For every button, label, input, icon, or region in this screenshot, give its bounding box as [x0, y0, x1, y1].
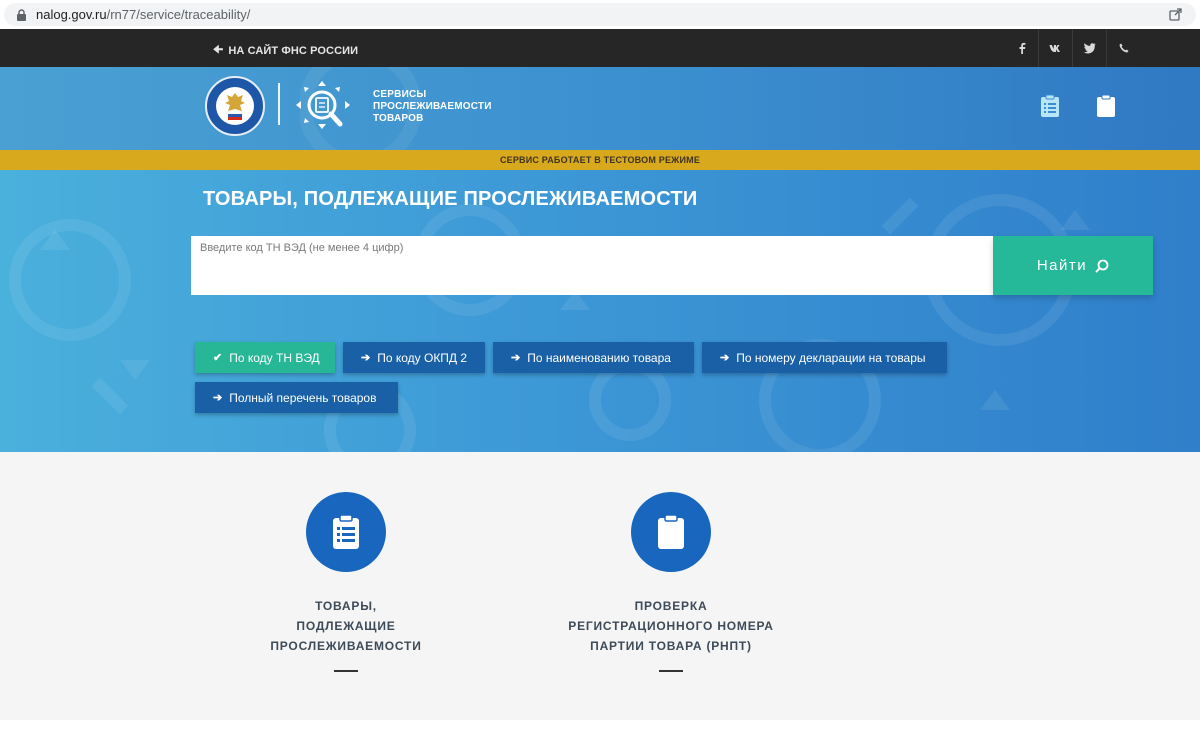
filter-label: По наименованию товара	[527, 350, 671, 365]
services-section: ТОВАРЫ, ПОДЛЕЖАЩИЕ ПРОСЛЕЖИВАЕМОСТИ ПРОВ…	[0, 452, 1200, 720]
browser-url-bar: nalog.gov.ru/rn77/service/traceability/	[0, 0, 1200, 29]
hero-title: ТОВАРЫ, ПОДЛЕЖАЩИЕ ПРОСЛЕЖИВАЕМОСТИ	[203, 188, 698, 210]
twitter-icon[interactable]	[1073, 29, 1107, 67]
check-icon: ✔	[213, 352, 223, 364]
service-title-line: РЕГИСТРАЦИОННОГО НОМЕРА	[568, 619, 774, 633]
title-underline	[334, 670, 358, 672]
url-domain: nalog.gov.ru	[36, 7, 107, 22]
share-icon[interactable]	[1169, 8, 1182, 21]
url-text: nalog.gov.ru/rn77/service/traceability/	[36, 7, 250, 22]
lock-icon	[17, 9, 26, 21]
test-mode-notice: СЕРВИС РАБОТАЕТ В ТЕСТОВОМ РЕЖИМЕ	[0, 150, 1200, 170]
hero-background-decor	[9, 194, 1090, 452]
vk-icon[interactable]	[1039, 29, 1073, 67]
service-title: ТОВАРЫ, ПОДЛЕЖАЩИЕ ПРОСЛЕЖИВАЕМОСТИ	[236, 596, 456, 656]
search-button-label: Найти	[1036, 257, 1088, 274]
service-circle	[631, 492, 711, 572]
clipboard-icon	[658, 514, 684, 549]
arrow-left-icon: 🠈	[213, 44, 224, 56]
top-bar: 🠈 НА САЙТ ФНС РОССИИ	[0, 29, 1200, 67]
search-icon	[1095, 259, 1109, 273]
clipboard-list-icon	[333, 514, 359, 549]
phone-icon[interactable]	[1107, 29, 1141, 67]
service-card-rnpt-check[interactable]: ПРОВЕРКА РЕГИСТРАЦИОННОГО НОМЕРА ПАРТИИ …	[561, 452, 781, 720]
logo-divider	[278, 83, 280, 125]
filter-label: Полный перечень товаров	[229, 390, 377, 405]
traceability-logo-icon[interactable]	[294, 79, 354, 137]
logo-title[interactable]: СЕРВИСЫ ПРОСЛЕЖИВАЕМОСТИ ТОВАРОВ	[373, 89, 492, 125]
service-title: ПРОВЕРКА РЕГИСТРАЦИОННОГО НОМЕРА ПАРТИИ …	[561, 596, 781, 656]
arrow-right-icon: ➔	[213, 392, 223, 404]
facebook-icon[interactable]	[1005, 29, 1039, 67]
arrow-right-icon: ➔	[511, 352, 521, 364]
logo-line-3: ТОВАРОВ	[373, 113, 424, 124]
clipboard-icon[interactable]	[1096, 94, 1116, 118]
filter-label: По коду ТН ВЭД	[229, 350, 320, 365]
service-title-line: ПРОВЕРКА	[634, 599, 708, 613]
fns-emblem-logo[interactable]	[205, 76, 265, 136]
arrow-right-icon: ➔	[720, 352, 730, 364]
site-header: СЕРВИСЫ ПРОСЛЕЖИВАЕМОСТИ ТОВАРОВ	[0, 67, 1200, 150]
service-title-line: ПОДЛЕЖАЩИЕ	[296, 619, 396, 633]
service-title-line: ПРОСЛЕЖИВАЕМОСТИ	[270, 639, 422, 653]
service-circle	[306, 492, 386, 572]
hero-section: ТОВАРЫ, ПОДЛЕЖАЩИЕ ПРОСЛЕЖИВАЕМОСТИ Введ…	[0, 170, 1200, 452]
filter-declaration-button[interactable]: ➔ По номеру декларации на товары	[702, 342, 947, 373]
service-card-traceable-goods[interactable]: ТОВАРЫ, ПОДЛЕЖАЩИЕ ПРОСЛЕЖИВАЕМОСТИ	[236, 452, 456, 720]
emblem-inner	[216, 87, 254, 125]
filter-tnved-button[interactable]: ✔ По коду ТН ВЭД	[195, 342, 335, 373]
page-bottom	[0, 720, 1200, 736]
url-path: /rn77/service/traceability/	[106, 7, 251, 22]
back-link-label: НА САЙТ ФНС РОССИИ	[228, 44, 359, 57]
service-title-line: ТОВАРЫ,	[315, 599, 377, 613]
logo-line-1: СЕРВИСЫ	[373, 89, 427, 100]
filter-label: По коду ОКПД 2	[377, 350, 468, 365]
filter-label: По номеру декларации на товары	[736, 350, 926, 365]
clipboard-list-icon[interactable]	[1040, 94, 1060, 118]
address-field[interactable]: nalog.gov.ru/rn77/service/traceability/	[4, 3, 1196, 26]
filter-okpd2-button[interactable]: ➔ По коду ОКПД 2	[343, 342, 485, 373]
logo-line-2: ПРОСЛЕЖИВАЕМОСТИ	[373, 101, 492, 112]
service-title-line: ПАРТИИ ТОВАРА (РНПТ)	[590, 639, 752, 653]
filter-full-list-button[interactable]: ➔ Полный перечень товаров	[195, 382, 398, 413]
title-underline	[659, 670, 683, 672]
eagle-icon	[225, 93, 245, 120]
filter-name-button[interactable]: ➔ По наименованию товара	[493, 342, 694, 373]
arrow-right-icon: ➔	[361, 352, 371, 364]
back-to-fns-link[interactable]: 🠈 НА САЙТ ФНС РОССИИ	[213, 41, 358, 60]
tnved-search-input[interactable]	[191, 236, 993, 295]
search-button[interactable]: Найти	[993, 236, 1153, 295]
social-links	[1005, 29, 1141, 67]
